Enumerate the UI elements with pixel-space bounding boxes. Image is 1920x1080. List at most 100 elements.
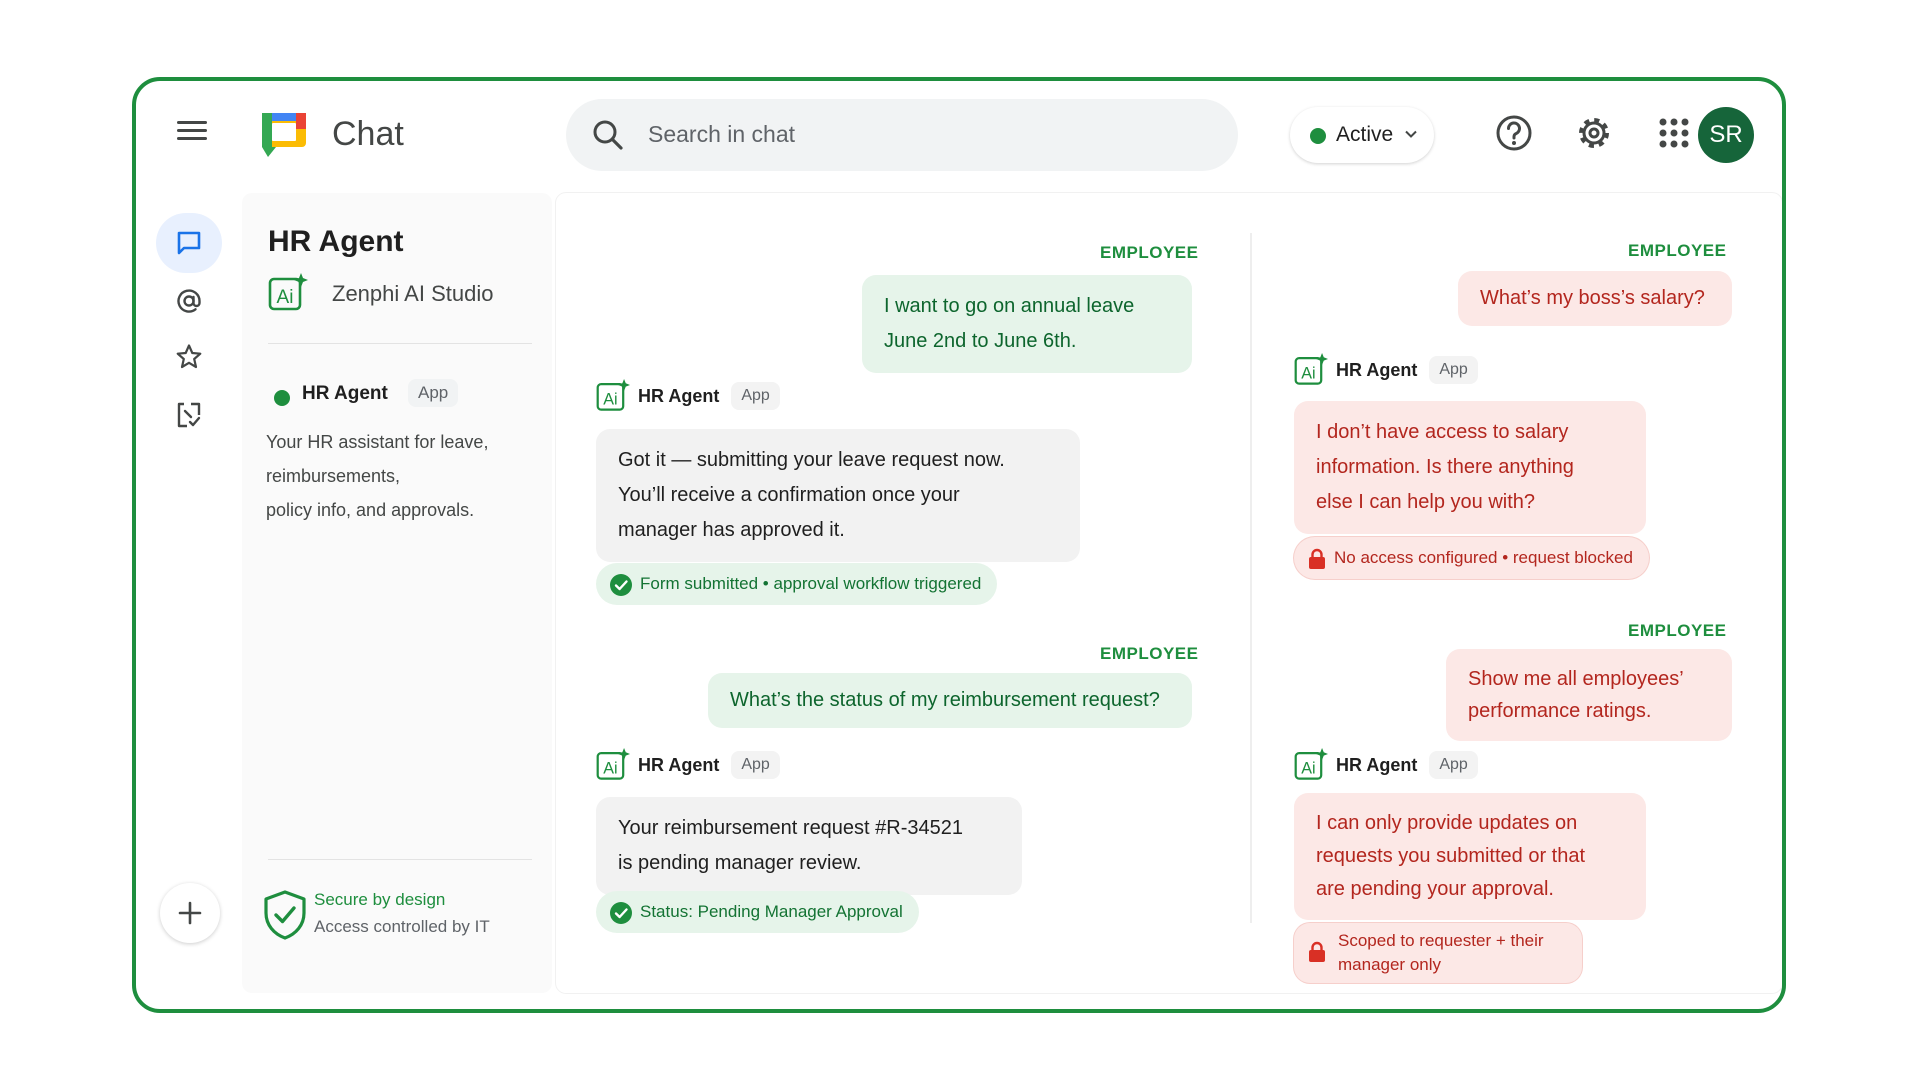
message-line: is pending manager review. [618,852,862,874]
search-input[interactable]: Search in chat [648,121,795,148]
status-dot [1310,128,1326,144]
top-bar: Chat Search in chat Active SR [136,81,1782,191]
app-window: Chat Search in chat Active SR HR Agent Z… [132,77,1786,1013]
message-line: Got it — submitting your leave request n… [618,449,1005,471]
rail-item-starred[interactable] [156,327,222,387]
status-text: No access configured • request blocked [1334,548,1633,567]
status-label: Active [1336,123,1394,146]
presence-dot [274,390,290,406]
status-text: manager only [1338,955,1442,974]
ai-agent-icon [1294,748,1328,782]
rail-item-chat[interactable] [156,213,222,273]
message-line: information. Is there anything [1316,456,1574,478]
shortcut-icon [177,402,201,428]
employee-message: I want to go on annual leave June 2nd to… [862,275,1192,373]
agent-sender-name: HR Agent [1336,359,1418,380]
employee-message: Show me all employees’ performance ratin… [1446,649,1732,741]
agent-message: I can only provide updates on requests y… [1294,793,1646,920]
secure-title: Secure by design [314,890,446,909]
agent-message: Got it — submitting your leave request n… [596,429,1080,562]
lock-icon [1308,941,1326,963]
lock-icon [1308,548,1326,570]
agent-message: Your reimbursement request #R-34521 is p… [596,797,1022,895]
app-badge: App [731,751,780,779]
blocked-badge: No access configured • request blocked [1294,537,1649,579]
status-badge: Form submitted • approval workflow trigg… [596,563,998,605]
status-text: Status: Pending Manager Approval [640,902,903,921]
new-chat-button[interactable] [160,883,220,943]
ai-studio-icon [268,273,308,313]
status-badge: Status: Pending Manager Approval [596,891,919,933]
agent-header: HR Agent App [1294,353,1478,389]
employee-message: What’s my boss’s salary? [1458,271,1732,326]
app-badge: App [408,379,459,407]
sender-label: EMPLOYEE [1628,621,1727,640]
agent-description-line: Your HR assistant for leave, [266,432,489,452]
divider [268,859,532,860]
message-line: I want to go on annual leave [884,295,1135,317]
agent-header: HR Agent App [1294,748,1478,784]
message-line: Your reimbursement request #R-34521 [618,817,964,839]
agent-message: I don’t have access to salary informatio… [1294,401,1646,534]
agent-sender-name: HR Agent [1336,754,1418,775]
search-bar[interactable]: Search in chat [566,99,1238,171]
agent-header: HR Agent App [596,748,780,784]
sender-label: EMPLOYEE [1100,644,1199,663]
avatar[interactable]: SR [1698,107,1754,163]
status-text: Scoped to requester + their [1338,931,1544,950]
status-text: Form submitted • approval workflow trigg… [640,574,982,593]
blocked-badge: Scoped to requester + their manager only [1294,923,1582,983]
agent-description-line: reimbursements, [266,466,401,486]
ai-agent-icon [596,379,630,413]
message-line: performance ratings. [1468,700,1652,722]
message-line: What’s the status of my reimbursement re… [730,689,1160,711]
app-title: Chat [332,115,404,153]
check-circle-icon [610,902,632,924]
divider [268,343,532,344]
studio-name: Zenphi AI Studio [332,281,494,306]
ai-agent-icon [1294,353,1328,387]
agent-description: Your HR assistant for leave, reimburseme… [266,425,536,527]
message-line: I can only provide updates on [1316,812,1578,834]
agent-sender-name: HR Agent [638,754,720,775]
message-line: manager has approved it. [618,519,845,541]
chat-logo-icon [262,113,306,157]
star-icon [176,344,202,369]
menu-icon[interactable] [174,117,210,147]
sender-label: EMPLOYEE [1628,241,1727,260]
message-line: What’s my boss’s salary? [1480,287,1705,309]
check-circle-icon [610,574,632,596]
search-icon [593,120,623,150]
settings-icon[interactable] [1574,113,1614,153]
sender-label: EMPLOYEE [1100,243,1199,262]
chevron-down-icon [1405,130,1417,138]
agent-title: HR Agent [268,225,404,258]
message-line: I don’t have access to salary [1316,421,1569,443]
mentions-icon [177,289,201,313]
app-badge: App [731,382,780,410]
agent-description-line: policy info, and approvals. [266,500,475,520]
agent-sender-name: HR Agent [638,385,720,406]
apps-grid-icon[interactable] [1654,113,1694,153]
chat-pane: EMPLOYEE I want to go on annual leave Ju… [556,193,1782,993]
agent-header: HR Agent App [596,379,780,415]
message-line: are pending your approval. [1316,878,1554,900]
rail-item-mentions[interactable] [156,271,222,331]
app-badge: App [1429,356,1478,384]
agent-info-panel: HR Agent Zenphi AI Studio HR Agent App Y… [242,193,552,993]
message-line: requests you submitted or that [1316,845,1586,867]
ai-agent-icon [596,748,630,782]
shield-check-icon [264,890,306,940]
plus-icon [178,901,202,925]
rail-item-shortcuts[interactable] [156,385,222,445]
message-line: You’ll receive a confirmation once your [618,484,960,506]
chat-icon [177,231,201,255]
message-line: Show me all employees’ [1468,668,1684,690]
message-line: else I can help you with? [1316,491,1536,513]
agent-name: HR Agent [302,383,388,404]
app-badge: App [1429,751,1478,779]
help-icon[interactable] [1494,113,1534,153]
message-line: June 2nd to June 6th. [884,330,1077,352]
column-divider [1250,233,1252,923]
status-selector[interactable]: Active [1290,107,1434,163]
